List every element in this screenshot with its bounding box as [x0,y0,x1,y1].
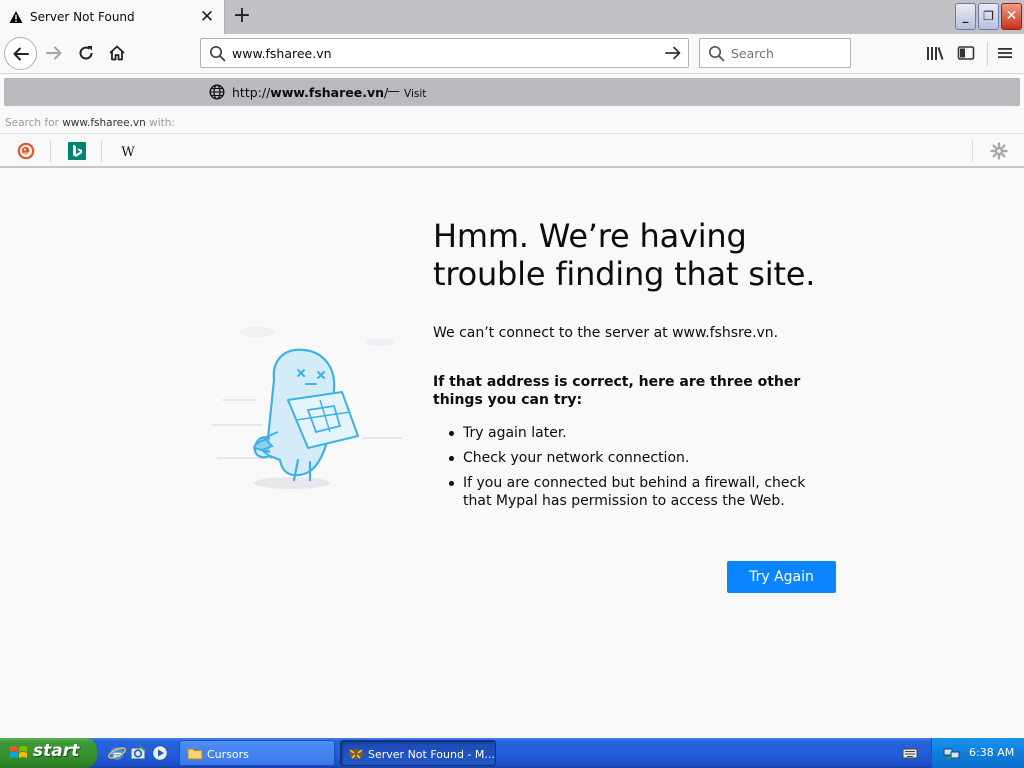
start-label: start [33,741,80,761]
tab-close-icon[interactable]: ✕ [199,9,215,26]
task-label: Cursors [207,748,249,761]
start-button[interactable]: start [0,738,97,768]
new-tab-button[interactable]: + [231,5,253,28]
taskbar: start Cursors Server Not Found - M... 6:… [0,738,1024,768]
url-bar[interactable]: www.fsharee.vn [200,38,689,68]
bing-icon[interactable] [68,142,86,160]
reload-icon [79,46,93,60]
library-icon[interactable] [925,43,945,63]
search-icon [209,45,226,66]
keyboard-icon[interactable] [902,745,918,764]
home-button[interactable] [101,37,133,69]
svg-text:W: W [121,145,135,160]
visit-suggestion[interactable]: http://www.fsharee.vn/ — Visit [4,78,1020,106]
back-arrow-icon [13,47,29,60]
folder-icon [187,746,203,763]
taskbar-item-cursors[interactable]: Cursors [179,740,335,766]
engine-separator [50,141,51,162]
suggestions-heading: If that address is correct, here are thr… [433,374,801,408]
visit-url: http://www.fsharee.vn/ [232,85,389,100]
search-box[interactable]: Search [699,38,851,68]
taskbar-item-browser[interactable]: Server Not Found - M... [340,740,496,766]
list-item: Check your network connection. [433,449,833,467]
internet-explorer-icon[interactable] [108,744,126,762]
tab-title: Server Not Found [30,10,135,24]
search-for-label: Search for www.fsharee.vn with: [5,117,175,129]
search-engines-row: W [0,134,1024,168]
toolbar-separator [987,42,988,66]
visit-dash: — [387,84,400,99]
window-close-button[interactable]: ✕ [1001,3,1022,30]
duckduckgo-icon[interactable] [17,142,35,160]
forward-button[interactable] [38,37,70,69]
engine-separator [972,141,973,162]
back-button[interactable] [4,37,37,70]
globe-icon [209,84,225,104]
menu-icon[interactable] [995,43,1015,63]
list-item: If you are connected but behind a firewa… [433,474,833,510]
forward-arrow-icon [46,46,62,60]
search-for-row: Search for www.fsharee.vn with: [0,112,1024,134]
error-page: Hmm. We’re having trouble finding that s… [0,170,1024,738]
wikipedia-icon[interactable]: W [119,142,137,160]
go-arrow-icon[interactable] [664,44,682,66]
search-placeholder: Search [731,46,774,61]
search-icon [708,45,725,66]
lost-dinosaur-illustration [212,320,407,499]
url-input[interactable]: www.fsharee.vn [232,46,332,61]
task-label: Server Not Found - M... [368,748,495,761]
gear-icon[interactable] [990,142,1008,160]
system-tray: 6:38 AM [931,738,1024,768]
engine-separator [101,141,102,162]
windows-flag-icon [9,744,29,766]
network-icon[interactable] [943,745,961,765]
suggestions-list: Try again later. Check your network conn… [433,424,833,517]
minimize-button[interactable]: _ [955,3,976,30]
reload-button[interactable] [70,37,102,69]
tab-server-not-found[interactable]: Server Not Found ✕ [0,0,225,34]
home-icon [109,45,125,61]
clock[interactable]: 6:38 AM [969,746,1014,759]
error-headline: Hmm. We’re having trouble finding that s… [433,217,816,293]
mypal-icon [348,746,364,763]
nav-bar: www.fsharee.vn Search [0,34,1024,74]
try-again-button[interactable]: Try Again [727,561,836,593]
tab-strip: Server Not Found ✕ + _ ❐ ✕ [0,0,1024,34]
list-item: Try again later. [433,424,833,442]
outlook-express-icon[interactable] [129,744,147,762]
warning-icon [9,9,23,28]
error-message: We can’t connect to the server at www.fs… [433,325,779,341]
visit-action: Visit [404,88,427,100]
media-player-icon[interactable] [151,744,169,762]
sidebar-icon[interactable] [956,43,976,63]
restore-button[interactable]: ❐ [978,3,999,30]
